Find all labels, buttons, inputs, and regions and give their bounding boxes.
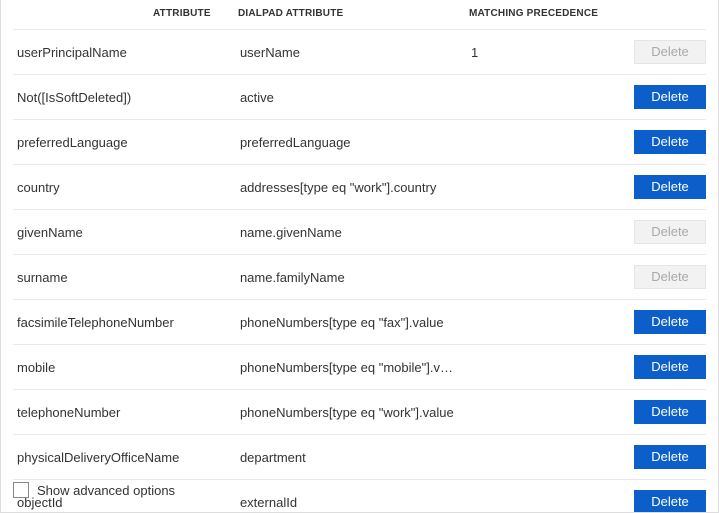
delete-button[interactable]: Delete [634,490,706,513]
cell-dialpad-attribute: userName [234,30,465,75]
cell-dialpad-attribute: department [234,435,465,480]
table-row[interactable]: mobilephoneNumbers[type eq "mobile"].val… [13,345,706,390]
cell-matching-precedence [465,390,616,435]
delete-button[interactable]: Delete [634,400,706,424]
show-advanced-checkbox[interactable] [13,482,29,498]
delete-button[interactable]: Delete [634,310,706,334]
cell-dialpad-attribute: phoneNumbers[type eq "work"].value [234,390,465,435]
column-header-attribute[interactable]: ATTRIBUTE [13,0,234,30]
cell-action: Delete [616,165,706,210]
cell-matching-precedence [465,75,616,120]
cell-matching-precedence [465,210,616,255]
cell-action: Delete [616,480,706,513]
cell-attribute: givenName [13,210,234,255]
cell-attribute: userPrincipalName [13,30,234,75]
cell-dialpad-attribute: addresses[type eq "work"].country [234,165,465,210]
delete-button[interactable]: Delete [634,130,706,154]
cell-matching-precedence [465,255,616,300]
column-header-action [616,0,706,30]
footer-options: Show advanced options [13,482,175,498]
cell-matching-precedence [465,345,616,390]
column-header-dialpad[interactable]: DIALPAD ATTRIBUTE [234,0,465,30]
cell-matching-precedence [465,435,616,480]
delete-button[interactable]: Delete [634,175,706,199]
attribute-mapping-table: ATTRIBUTE DIALPAD ATTRIBUTE MATCHING PRE… [13,0,706,513]
cell-dialpad-attribute: preferredLanguage [234,120,465,165]
cell-attribute: country [13,165,234,210]
delete-button[interactable]: Delete [634,445,706,469]
cell-action: Delete [616,75,706,120]
delete-button: Delete [634,220,706,244]
cell-action: Delete [616,345,706,390]
cell-attribute: mobile [13,345,234,390]
table-row[interactable]: telephoneNumberphoneNumbers[type eq "wor… [13,390,706,435]
cell-action: Delete [616,30,706,75]
cell-action: Delete [616,255,706,300]
cell-matching-precedence [465,165,616,210]
delete-button[interactable]: Delete [634,85,706,109]
cell-matching-precedence [465,120,616,165]
table-row[interactable]: givenNamename.givenName Delete [13,210,706,255]
delete-button: Delete [634,265,706,289]
cell-dialpad-attribute: phoneNumbers[type eq "mobile"].value [234,345,465,390]
table-row[interactable]: userPrincipalNameuserName1 Delete [13,30,706,75]
cell-dialpad-attribute: phoneNumbers[type eq "fax"].value [234,300,465,345]
cell-attribute: physicalDeliveryOfficeName [13,435,234,480]
column-header-precedence[interactable]: MATCHING PRECEDENCE [465,0,616,30]
cell-attribute: Not([IsSoftDeleted]) [13,75,234,120]
delete-button: Delete [634,40,706,64]
show-advanced-label[interactable]: Show advanced options [37,483,175,498]
table-row[interactable]: physicalDeliveryOfficeNamedepartment Dele… [13,435,706,480]
cell-attribute: facsimileTelephoneNumber [13,300,234,345]
cell-matching-precedence [465,300,616,345]
cell-dialpad-attribute: externalId [234,480,465,513]
cell-action: Delete [616,390,706,435]
cell-attribute: telephoneNumber [13,390,234,435]
table-row[interactable]: countryaddresses[type eq "work"].country… [13,165,706,210]
cell-action: Delete [616,300,706,345]
attribute-mapping-panel: ATTRIBUTE DIALPAD ATTRIBUTE MATCHING PRE… [0,0,719,513]
table-header-row: ATTRIBUTE DIALPAD ATTRIBUTE MATCHING PRE… [13,0,706,30]
cell-matching-precedence [465,480,616,513]
cell-action: Delete [616,435,706,480]
cell-dialpad-attribute: active [234,75,465,120]
cell-action: Delete [616,210,706,255]
delete-button[interactable]: Delete [634,355,706,379]
cell-attribute: surname [13,255,234,300]
cell-attribute: preferredLanguage [13,120,234,165]
table-row[interactable]: surnamename.familyName Delete [13,255,706,300]
cell-matching-precedence: 1 [465,30,616,75]
table-row[interactable]: facsimileTelephoneNumberphoneNumbers[typ… [13,300,706,345]
cell-action: Delete [616,120,706,165]
cell-dialpad-attribute: name.givenName [234,210,465,255]
table-row[interactable]: preferredLanguagepreferredLanguage Delete [13,120,706,165]
table-row[interactable]: Not([IsSoftDeleted])active Delete [13,75,706,120]
cell-dialpad-attribute: name.familyName [234,255,465,300]
